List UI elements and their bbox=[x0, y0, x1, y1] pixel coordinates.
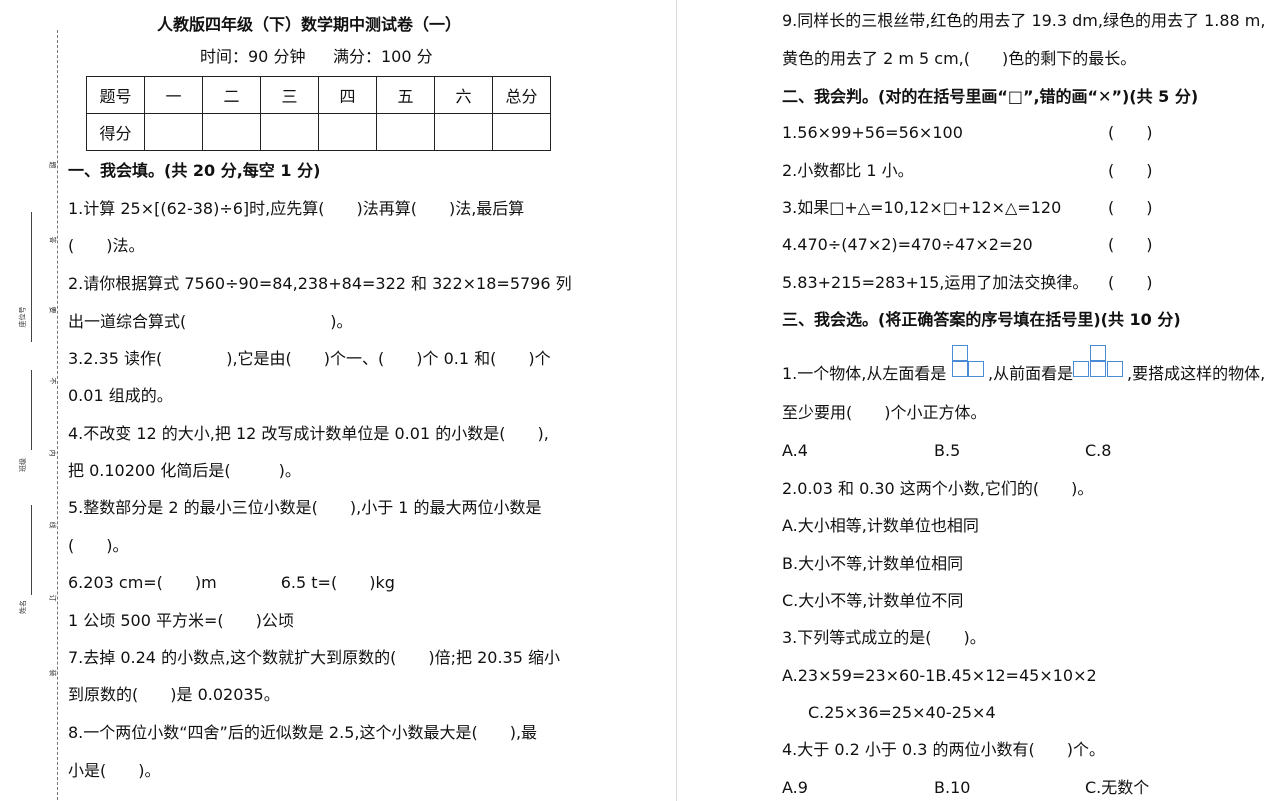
table-cell: 得分 bbox=[86, 113, 145, 151]
judge-answer-paren[interactable]: ( ) bbox=[1108, 273, 1153, 293]
table-cell: 五 bbox=[376, 76, 435, 114]
question-line: 到原数的( )是 0.02035。 bbox=[68, 685, 280, 704]
option-c[interactable]: C.无数个 bbox=[1085, 778, 1149, 798]
margin-char: 答 bbox=[48, 236, 57, 244]
question-line: 小是( )。 bbox=[68, 761, 161, 780]
question-line: 2.请你根据算式 7560÷90=84,238+84=322 和 322×18=… bbox=[68, 274, 572, 293]
option-a[interactable]: A.9 bbox=[782, 778, 808, 798]
question-line: 6.203 cm=( )m 6.5 t=( )kg bbox=[68, 573, 395, 592]
score-input-cell[interactable] bbox=[202, 113, 261, 151]
question-line: 1 公顷 500 平方米=( )公顷 bbox=[68, 611, 294, 630]
question-line: ,从前面看是 bbox=[988, 364, 1074, 383]
judge-answer-paren[interactable]: ( ) bbox=[1108, 123, 1153, 143]
question-line: 把 0.10200 化简后是( )。 bbox=[68, 461, 301, 480]
question-line: 1.计算 25×[(62-38)÷6]时,应先算( )法再算( )法,最后算 bbox=[68, 199, 525, 218]
judge-statement: 5.83+215=283+15,运用了加法交换律。 bbox=[782, 273, 1089, 292]
question-line: 至少要用( )个小正方体。 bbox=[782, 403, 987, 422]
exam-title: 人教版四年级（下）数学期中测试卷（一） bbox=[157, 15, 462, 34]
margin-char: 不 bbox=[48, 377, 57, 385]
margin-char: 内 bbox=[48, 449, 57, 457]
binding-dashed-line bbox=[57, 30, 58, 800]
score-input-cell[interactable] bbox=[260, 113, 319, 151]
exam-full-score: 满分：100 分 bbox=[333, 47, 433, 66]
option-a[interactable]: A.4 bbox=[782, 441, 808, 461]
judge-answer-paren[interactable]: ( ) bbox=[1108, 198, 1153, 218]
table-cell: 总分 bbox=[492, 76, 551, 114]
score-input-cell[interactable] bbox=[376, 113, 435, 151]
question-line: 7.去掉 0.24 的小数点,这个数就扩大到原数的( )倍;把 20.35 缩小 bbox=[68, 648, 561, 667]
question-line: 出一道综合算式( )。 bbox=[68, 312, 353, 331]
option-c[interactable]: C.大小不等,计数单位不同 bbox=[782, 591, 963, 611]
judge-statement: 4.470÷(47×2)=470÷47×2=20 bbox=[782, 235, 1033, 254]
score-input-cell[interactable] bbox=[318, 113, 377, 151]
table-cell: 一 bbox=[144, 76, 203, 114]
judge-statement: 1.56×99+56=56×100 bbox=[782, 123, 963, 142]
option-b[interactable]: B.10 bbox=[934, 778, 970, 798]
score-input-cell[interactable] bbox=[492, 113, 551, 151]
score-table: 题号 一 二 三 四 五 六 总分 得分 bbox=[86, 76, 551, 151]
score-input-cell[interactable] bbox=[144, 113, 203, 151]
margin-char: 题 bbox=[48, 161, 57, 169]
question-line: ,要搭成这样的物体, bbox=[1127, 364, 1266, 383]
class-line bbox=[31, 370, 32, 450]
question-line: 4.不改变 12 的大小,把 12 改写成计数单位是 0.01 的小数是( ), bbox=[68, 424, 549, 443]
front-view-cubes-icon bbox=[1073, 345, 1127, 381]
option-b[interactable]: B.5 bbox=[934, 441, 960, 461]
question-line: 黄色的用去了 2 m 5 cm,( )色的剩下的最长。 bbox=[782, 49, 1137, 68]
question-line: 1.一个物体,从左面看是 bbox=[782, 364, 947, 383]
name-label: 姓名 bbox=[19, 600, 27, 614]
question-line: ( )法。 bbox=[68, 236, 145, 255]
margin-char: 装 bbox=[48, 669, 57, 677]
page-divider bbox=[676, 0, 677, 801]
option-c[interactable]: C.8 bbox=[1085, 441, 1111, 461]
judge-statement: 3.如果□+△=10,12×□+12×△=120 bbox=[782, 198, 1062, 217]
judge-statement: 2.小数都比 1 小。 bbox=[782, 161, 914, 180]
option-c[interactable]: C.25×36=25×40-25×4 bbox=[808, 703, 996, 723]
question-line: 0.01 组成的。 bbox=[68, 386, 173, 405]
option-a[interactable]: A.大小相等,计数单位也相同 bbox=[782, 516, 979, 536]
score-input-cell[interactable] bbox=[434, 113, 493, 151]
margin-char: 线 bbox=[48, 521, 57, 529]
seat-number-line bbox=[31, 212, 32, 342]
section3-heading: 三、我会选。(将正确答案的序号填在括号里)(共 10 分) bbox=[782, 310, 1181, 329]
margin-char: 要 bbox=[48, 306, 57, 314]
exam-time: 时间：90 分钟 bbox=[200, 47, 306, 66]
table-cell: 二 bbox=[202, 76, 261, 114]
score-table-score-row: 得分 bbox=[86, 113, 551, 151]
name-line bbox=[31, 505, 32, 595]
table-cell: 六 bbox=[434, 76, 493, 114]
score-table-header-row: 题号 一 二 三 四 五 六 总分 bbox=[86, 76, 551, 114]
question-line: 4.大于 0.2 小于 0.3 的两位小数有( )个。 bbox=[782, 740, 1105, 759]
question-line: 9.同样长的三根丝带,红色的用去了 19.3 dm,绿色的用去了 1.88 m, bbox=[782, 11, 1266, 30]
question-line: 3.2.35 读作( ),它是由( )个一、( )个 0.1 和( )个 bbox=[68, 349, 551, 368]
question-line: ( )。 bbox=[68, 536, 129, 555]
judge-answer-paren[interactable]: ( ) bbox=[1108, 235, 1153, 255]
option-ab[interactable]: A.23×59=23×60-1B.45×12=45×10×2 bbox=[782, 666, 1097, 686]
table-cell: 三 bbox=[260, 76, 319, 114]
option-b[interactable]: B.大小不等,计数单位相同 bbox=[782, 554, 963, 574]
question-line: 2.0.03 和 0.30 这两个小数,它们的( )。 bbox=[782, 479, 1094, 498]
question-line: 8.一个两位小数“四舍”后的近似数是 2.5,这个小数最大是( ),最 bbox=[68, 723, 538, 742]
table-cell: 题号 bbox=[86, 76, 145, 114]
section1-heading: 一、我会填。(共 20 分,每空 1 分) bbox=[68, 161, 321, 180]
class-label: 班级 bbox=[19, 458, 27, 472]
left-view-cubes-icon bbox=[952, 345, 988, 381]
judge-answer-paren[interactable]: ( ) bbox=[1108, 161, 1153, 181]
question-line: 5.整数部分是 2 的最小三位小数是( ),小于 1 的最大两位小数是 bbox=[68, 498, 542, 517]
margin-char: 订 bbox=[48, 594, 57, 602]
table-cell: 四 bbox=[318, 76, 377, 114]
question-line: 3.下列等式成立的是( )。 bbox=[782, 628, 986, 647]
seat-number-label: 座位号 bbox=[18, 306, 27, 328]
section2-heading: 二、我会判。(对的在括号里画“□”,错的画“✕”)(共 5 分) bbox=[782, 87, 1199, 106]
